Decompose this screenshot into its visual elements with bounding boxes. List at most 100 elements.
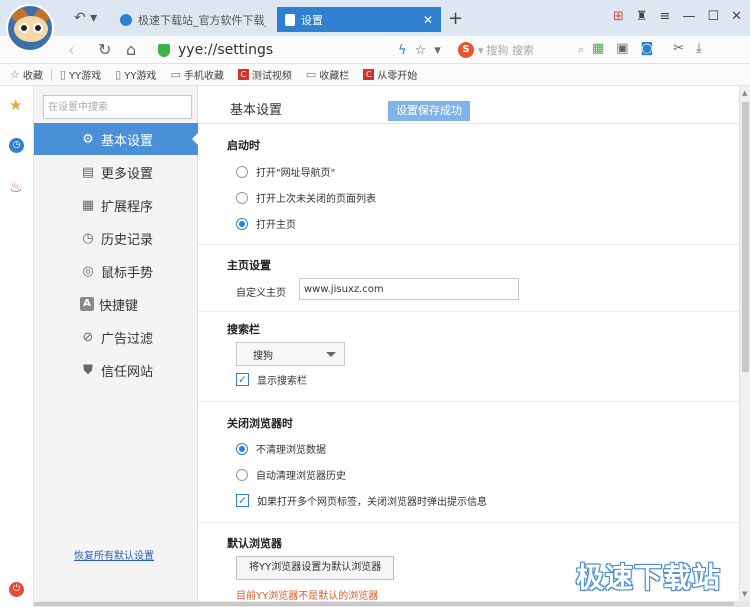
- startup-option-last-session[interactable]: 打开上次未关闭的页面列表: [236, 190, 376, 205]
- apps-icon[interactable]: ▦: [592, 41, 604, 56]
- refresh-icon[interactable]: ↻: [98, 40, 111, 59]
- nav-mouse-gestures[interactable]: ◎ 鼠标手势: [34, 255, 198, 287]
- search-engine-select[interactable]: 搜狗: [236, 342, 345, 366]
- dropdown-icon[interactable]: ▾: [434, 43, 441, 58]
- home-icon[interactable]: ⌂: [126, 40, 136, 59]
- menu-icon[interactable]: ≡: [660, 9, 671, 24]
- search-engine-dropdown-icon[interactable]: ▾: [478, 44, 484, 57]
- bookmark-label: YY游戏: [68, 71, 102, 82]
- tab-title: 极速下载站_官方软件下载_k: [138, 13, 266, 27]
- tab-settings[interactable]: 设置 ✕: [277, 7, 441, 32]
- nav-shortcuts[interactable]: A 快捷键: [34, 288, 198, 320]
- set-default-browser-button[interactable]: 将YY浏览器设置为默认浏览器: [236, 556, 395, 580]
- exit-icon[interactable]: ⏻: [9, 582, 24, 597]
- radio-button-selected[interactable]: [236, 442, 248, 455]
- tab-jisuxz[interactable]: 极速下载站_官方软件下载_k: [112, 7, 274, 32]
- option-label: 如果打开多个网页标签，关闭浏览器时弹出提示信息: [257, 497, 487, 508]
- close-tab-icon[interactable]: ✕: [423, 13, 433, 27]
- speed-mode-icon[interactable]: ϟ: [398, 43, 407, 58]
- close-option-clear-history[interactable]: 自动清理浏览器历史: [236, 467, 346, 482]
- back-icon[interactable]: ‹: [68, 40, 74, 59]
- close-warn-option[interactable]: ✓ 如果打开多个网页标签，关闭浏览器时弹出提示信息: [236, 493, 487, 508]
- startup-option-homepage[interactable]: 打开主页: [236, 216, 296, 231]
- skin-icon[interactable]: ♜: [636, 9, 648, 24]
- option-label: 不清理浏览数据: [256, 445, 326, 456]
- section-title: 搜索栏: [227, 323, 260, 336]
- cut-icon[interactable]: ✂: [673, 41, 684, 56]
- new-tab-button[interactable]: +: [448, 8, 463, 29]
- bookmark-star-icon[interactable]: ☆: [415, 43, 427, 58]
- radio-button[interactable]: [236, 165, 248, 178]
- undo-close-tab-icon[interactable]: ↶ ▾: [74, 10, 97, 26]
- search-icon[interactable]: ⌕: [578, 43, 584, 57]
- mascot-icon[interactable]: ◙: [641, 41, 654, 56]
- horizontal-scrollbar[interactable]: [34, 601, 750, 607]
- bookmark-label: 测试视频: [251, 71, 292, 82]
- homepage-url-input[interactable]: [299, 278, 519, 300]
- nav-label: 更多设置: [101, 166, 154, 182]
- checkbox-checked[interactable]: ✓: [236, 494, 249, 507]
- bookmark-label: 收藏栏: [319, 71, 350, 82]
- radio-button[interactable]: [236, 191, 248, 204]
- search-box[interactable]: S ▾ 搜狗 搜索 ⌕: [458, 39, 584, 61]
- nav-more-settings[interactable]: ▤ 更多设置: [34, 156, 198, 188]
- bookmark-item[interactable]: C 测试视频: [237, 67, 292, 82]
- option-label: 自动清理浏览器历史: [256, 471, 346, 482]
- scroll-thumb[interactable]: [742, 102, 749, 372]
- homepage-label: 自定义主页: [236, 288, 286, 299]
- option-label: 打开上次未关闭的页面列表: [256, 194, 376, 205]
- settings-search-input[interactable]: [43, 95, 192, 119]
- game-icon[interactable]: ▣: [616, 41, 628, 56]
- bookmark-item[interactable]: C 从零开始: [363, 67, 417, 82]
- watermark: 极速下载站: [576, 561, 722, 594]
- nav-label: 广告过滤: [101, 331, 154, 347]
- show-searchbar-option[interactable]: ✓ 显示搜索栏: [236, 372, 307, 387]
- nav-label: 历史记录: [101, 232, 154, 248]
- scroll-thumb[interactable]: [34, 602, 734, 606]
- bookmark-item[interactable]: ▯ YY游戏: [115, 67, 156, 82]
- radio-button-selected[interactable]: [236, 217, 248, 230]
- nav-trusted-sites[interactable]: ⛊ 信任网站: [34, 354, 198, 386]
- close-window-icon[interactable]: ✕: [731, 9, 742, 24]
- close-option-keep-data[interactable]: 不清理浏览数据: [236, 441, 326, 456]
- browser-logo[interactable]: [6, 4, 54, 52]
- gift-icon[interactable]: ⊞: [613, 9, 624, 24]
- select-value: 搜狗: [253, 350, 273, 362]
- favorites-star-icon[interactable]: ★: [9, 96, 22, 114]
- block-icon: ⊘: [82, 329, 94, 345]
- vertical-scrollbar[interactable]: ▲ ▼: [739, 86, 750, 601]
- globe-icon: [120, 13, 132, 26]
- nav-history[interactable]: ◷ 历史记录: [34, 222, 198, 254]
- tab-title: 设置: [301, 13, 323, 27]
- scroll-down-icon[interactable]: ▼: [742, 590, 747, 598]
- section-title: 启动时: [227, 139, 260, 152]
- reset-defaults-link[interactable]: 恢复所有默认设置: [74, 547, 154, 562]
- option-label: 打开"网址导航页": [256, 168, 336, 179]
- bookmark-item[interactable]: ☆ 收藏: [10, 67, 43, 82]
- navigation-bar: ‹ ↻ ⌂ yye://settings ϟ ☆ ▾ S ▾ 搜狗 搜索 ⌕ ▦…: [0, 36, 750, 64]
- logo-eye-right: [33, 23, 43, 33]
- radio-button[interactable]: [236, 468, 248, 481]
- maximize-icon[interactable]: ☐: [707, 9, 719, 24]
- settings-sidebar: ⚙ 基本设置 ▤ 更多设置 ▦ 扩展程序 ◷ 历史记录 ◎ 鼠标手势 A 快捷键…: [34, 86, 199, 601]
- download-icon[interactable]: ⤓: [696, 41, 702, 56]
- page-icon: ▯: [115, 68, 122, 81]
- bookmark-item[interactable]: ▭ 手机收藏: [170, 67, 223, 82]
- c-icon: C: [363, 69, 375, 80]
- nav-extensions[interactable]: ▦ 扩展程序: [34, 189, 198, 221]
- bookmarks-bar: ☆ 收藏 ▯ YY游戏 ▯ YY游戏 ▭ 手机收藏 C 测试视频 ▭ 收藏栏 C 从零开始: [0, 64, 750, 86]
- sogou-logo-icon[interactable]: S: [458, 42, 474, 58]
- bookmark-item[interactable]: ▭ 收藏栏: [306, 67, 349, 82]
- nav-basic-settings[interactable]: ⚙ 基本设置: [34, 123, 199, 155]
- minimize-icon[interactable]: —: [682, 9, 695, 24]
- nav-ad-filter[interactable]: ⊘ 广告过滤: [34, 321, 198, 353]
- bookmark-item[interactable]: ▯ YY游戏: [60, 67, 101, 82]
- logo-eye-left: [19, 23, 29, 33]
- checkbox-checked[interactable]: ✓: [236, 373, 249, 386]
- option-label: 打开主页: [256, 220, 296, 231]
- hot-fire-icon[interactable]: ♨: [9, 178, 22, 196]
- startup-option-nav-page[interactable]: 打开"网址导航页": [236, 164, 335, 179]
- history-clock-icon[interactable]: ◷: [9, 138, 24, 153]
- address-url[interactable]: yye://settings: [178, 42, 273, 58]
- scroll-up-icon[interactable]: ▲: [742, 89, 747, 97]
